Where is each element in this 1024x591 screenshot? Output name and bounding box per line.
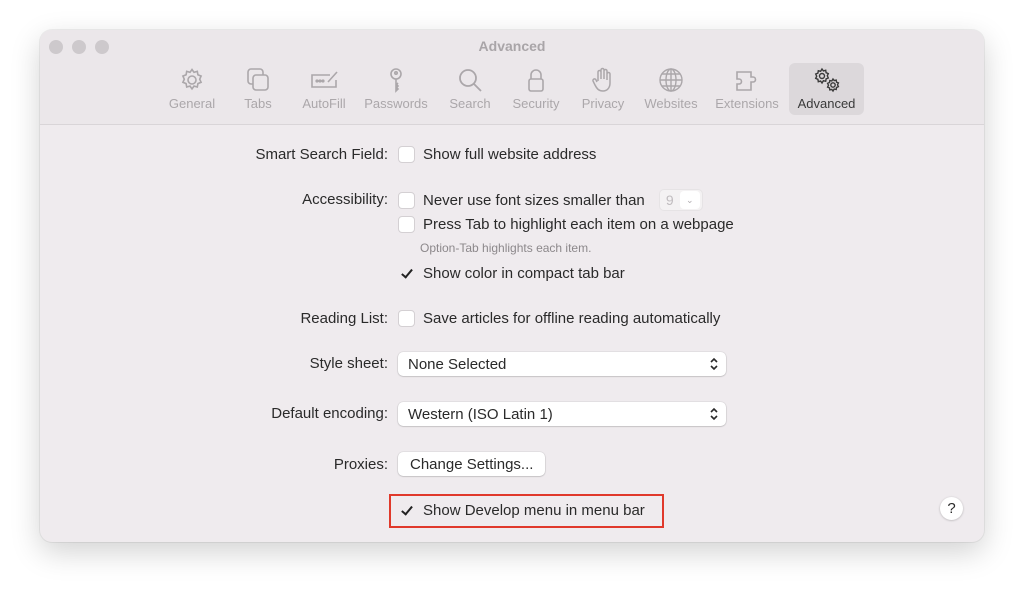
default-encoding-label: Default encoding: xyxy=(271,405,388,422)
tab-label: Search xyxy=(449,96,491,111)
offline-reading-checkbox[interactable] xyxy=(398,310,415,327)
show-full-address-option[interactable]: Show full website address xyxy=(398,146,596,163)
tab-label: Privacy xyxy=(581,96,625,111)
globe-icon xyxy=(659,68,683,92)
tab-label: Extensions xyxy=(715,96,779,111)
smart-search-label: Smart Search Field: xyxy=(255,146,388,163)
tab-general[interactable]: General xyxy=(164,63,220,115)
develop-menu-option[interactable]: Show Develop menu in menu bar xyxy=(398,502,645,519)
min-font-size-select[interactable]: 9 ⌄ xyxy=(658,189,703,211)
advanced-settings-pane: Smart Search Field: Show full website ad… xyxy=(40,126,984,542)
key-icon xyxy=(390,68,402,93)
tab-highlight-checkbox[interactable] xyxy=(398,216,415,233)
chevron-down-icon: ⌄ xyxy=(679,191,700,209)
min-font-size-option[interactable]: Never use font sizes smaller than 9 ⌄ xyxy=(398,189,703,211)
puzzle-icon xyxy=(736,71,757,91)
accessibility-label: Accessibility: xyxy=(302,191,388,208)
tab-label: Security xyxy=(512,96,560,111)
tab-search[interactable]: Search xyxy=(446,63,494,115)
style-sheet-value: None Selected xyxy=(408,355,507,373)
reading-list-label: Reading List: xyxy=(300,310,388,327)
hand-icon xyxy=(592,67,611,92)
lock-icon xyxy=(528,69,544,92)
develop-menu-checkbox[interactable] xyxy=(398,502,415,519)
autofill-icon xyxy=(311,71,338,88)
compact-tab-color-option[interactable]: Show color in compact tab bar xyxy=(398,265,625,282)
window-title: Advanced xyxy=(478,38,546,54)
tab-label: General xyxy=(168,96,216,111)
tab-privacy[interactable]: Privacy xyxy=(576,63,630,115)
style-sheet-select[interactable]: None Selected xyxy=(398,352,726,376)
up-down-chevron-icon xyxy=(710,407,718,421)
tab-label: Websites xyxy=(644,96,698,111)
tab-label: Advanced xyxy=(797,96,856,111)
develop-menu-text: Show Develop menu in menu bar xyxy=(423,502,645,519)
default-encoding-value: Western (ISO Latin 1) xyxy=(408,405,553,423)
title-bar: Advanced General Tabs AutoFill Passwords… xyxy=(40,30,984,125)
tab-highlight-hint: Option-Tab highlights each item. xyxy=(420,241,592,255)
min-font-size-value: 9 xyxy=(665,192,674,208)
settings-toolbar: General Tabs AutoFill Passwords Search S… xyxy=(40,63,984,115)
gear-icon xyxy=(181,68,203,91)
change-settings-button[interactable]: Change Settings... xyxy=(398,452,546,476)
offline-reading-option[interactable]: Save articles for offline reading automa… xyxy=(398,310,720,327)
tab-autofill[interactable]: AutoFill xyxy=(296,63,352,115)
tab-advanced[interactable]: Advanced xyxy=(789,63,864,115)
tab-websites[interactable]: Websites xyxy=(640,63,702,115)
tab-highlight-text: Press Tab to highlight each item on a we… xyxy=(423,216,734,233)
min-font-size-checkbox[interactable] xyxy=(398,191,415,209)
tab-passwords[interactable]: Passwords xyxy=(362,63,430,115)
proxies-label: Proxies: xyxy=(333,456,388,473)
compact-tab-color-text: Show color in compact tab bar xyxy=(423,265,625,282)
tab-label: Passwords xyxy=(364,96,428,111)
tab-security[interactable]: Security xyxy=(508,63,564,115)
show-full-address-text: Show full website address xyxy=(423,146,597,163)
tab-label: Tabs xyxy=(244,96,272,111)
tab-tabs[interactable]: Tabs xyxy=(236,63,280,115)
min-font-size-text: Never use font sizes smaller than xyxy=(423,191,645,209)
search-icon xyxy=(459,69,482,92)
gears-icon xyxy=(814,67,839,93)
tab-label: AutoFill xyxy=(302,96,346,111)
offline-reading-text: Save articles for offline reading automa… xyxy=(423,310,721,327)
compact-tab-color-checkbox[interactable] xyxy=(398,265,415,282)
tabs-icon xyxy=(247,68,269,91)
style-sheet-label: Style sheet: xyxy=(309,355,388,372)
question-mark-icon: ? xyxy=(947,500,956,517)
tab-highlight-option[interactable]: Press Tab to highlight each item on a we… xyxy=(398,216,734,233)
help-button[interactable]: ? xyxy=(940,497,963,520)
show-full-address-checkbox[interactable] xyxy=(398,146,415,163)
safari-settings-window: Advanced General Tabs AutoFill Passwords… xyxy=(40,30,984,542)
default-encoding-select[interactable]: Western (ISO Latin 1) xyxy=(398,402,726,426)
up-down-chevron-icon xyxy=(710,357,718,371)
tab-extensions[interactable]: Extensions xyxy=(712,63,782,115)
